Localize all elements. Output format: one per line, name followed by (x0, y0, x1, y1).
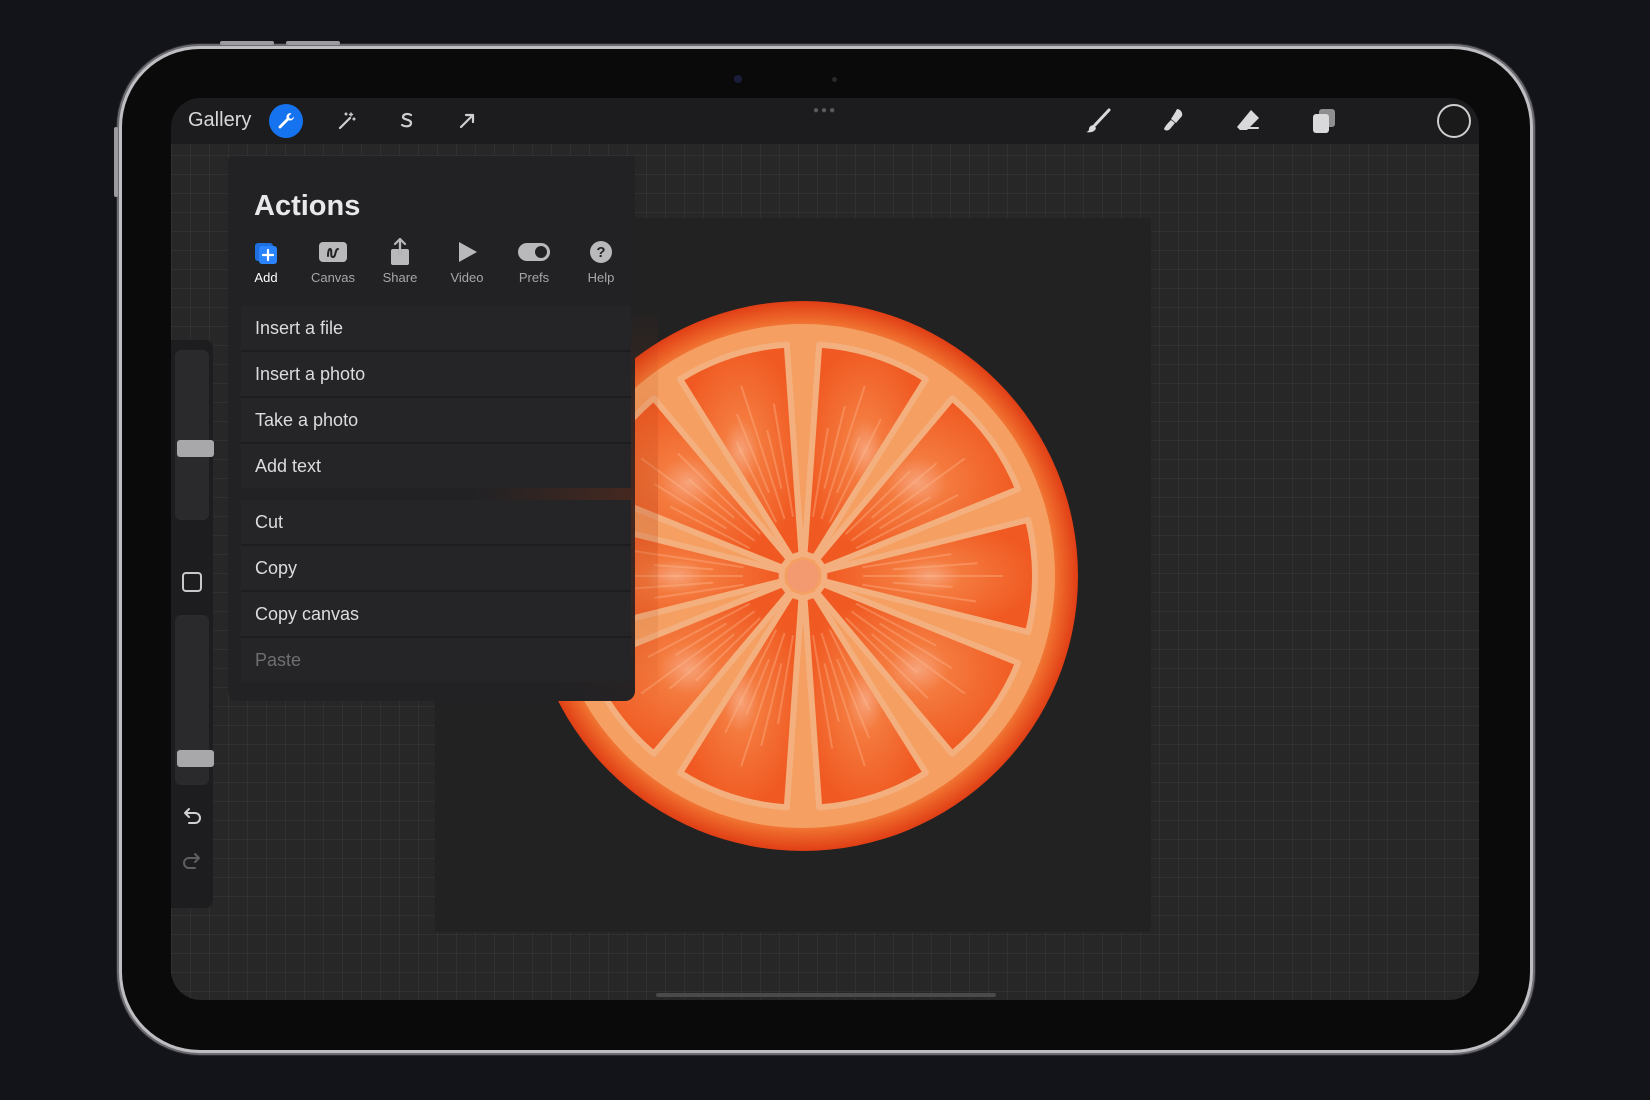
brush-sidebar (171, 340, 214, 908)
magic-wand-icon (338, 112, 356, 130)
brush-tool-button[interactable] (1081, 104, 1115, 138)
eraser-tool-button[interactable] (1231, 104, 1265, 138)
svg-text:?: ? (596, 244, 605, 261)
take-photo-item[interactable]: Take a photo (241, 398, 631, 444)
selection-icon (400, 112, 413, 128)
brush-opacity-thumb[interactable] (177, 750, 214, 767)
cut-item[interactable]: Cut (241, 500, 631, 546)
top-toolbar: Gallery ●●● (171, 98, 1479, 144)
orange-core (787, 560, 819, 592)
transform-tool-button[interactable] (450, 104, 484, 138)
tab-video-label: Video (450, 270, 484, 285)
help-icon: ? (590, 241, 612, 263)
gallery-button[interactable]: Gallery (188, 109, 251, 132)
layers-icon (1313, 109, 1335, 133)
tab-add-label: Add (254, 270, 278, 285)
copy-item[interactable]: Copy (241, 546, 631, 592)
volume-down-button (286, 41, 340, 45)
eraser-icon (1237, 110, 1259, 130)
brush-icon (1086, 108, 1111, 133)
brush-size-slider[interactable] (175, 350, 214, 520)
stage: Gallery ●●● Actions Add Canvas Share Vid… (0, 0, 1650, 1100)
tab-share-label: Share (382, 270, 418, 285)
actions-title: Actions (254, 190, 361, 222)
color-picker-button[interactable] (1437, 104, 1471, 138)
tab-canvas[interactable]: Canvas (303, 236, 363, 296)
paste-item: Paste (241, 638, 631, 682)
smudge-tool-button[interactable] (1156, 104, 1190, 138)
volume-up-button (220, 41, 274, 45)
ipad-frame: Gallery ●●● Actions Add Canvas Share Vid… (114, 41, 1530, 1050)
screen: Gallery ●●● Actions Add Canvas Share Vid… (171, 98, 1479, 1000)
actions-panel: Actions Add Canvas Share Video Prefs ? H… (228, 156, 658, 736)
drag-handle-icon[interactable]: ●●● (813, 105, 837, 116)
share-icon (391, 237, 409, 265)
transform-arrow-icon (459, 113, 475, 129)
selection-tool-button[interactable] (390, 104, 424, 138)
tab-prefs-label: Prefs (518, 270, 550, 285)
wrench-icon (278, 112, 295, 129)
tab-help[interactable]: ? Help (571, 236, 631, 296)
copy-canvas-item[interactable]: Copy canvas (241, 592, 631, 638)
add-text-item[interactable]: Add text (241, 444, 631, 488)
undo-icon[interactable] (180, 805, 204, 829)
top-button (114, 127, 118, 197)
insert-photo-item[interactable]: Insert a photo (241, 352, 631, 398)
actions-tool-button[interactable] (269, 104, 303, 138)
home-indicator (656, 993, 996, 997)
sensor-icon (832, 77, 837, 82)
add-menu-group-insert: Insert a file Insert a photo Take a phot… (241, 306, 631, 488)
brush-opacity-slider[interactable] (175, 615, 214, 785)
add-icon (255, 243, 277, 264)
add-menu-group-clipboard: Cut Copy Copy canvas Paste (241, 500, 631, 682)
insert-file-item[interactable]: Insert a file (241, 306, 631, 352)
tab-help-label: Help (587, 270, 615, 285)
brush-size-thumb[interactable] (177, 440, 214, 457)
modify-button[interactable] (182, 572, 202, 592)
actions-tab-bar: Add Canvas Share Video Prefs ? Help (228, 236, 628, 296)
tab-share[interactable]: Share (370, 236, 430, 296)
canvas-icon (319, 242, 347, 262)
layers-tool-button[interactable] (1307, 104, 1341, 138)
smudge-icon (1164, 109, 1183, 131)
play-icon (459, 242, 477, 262)
front-camera-icon (734, 75, 742, 83)
redo-icon[interactable] (180, 850, 204, 874)
tab-video[interactable]: Video (437, 236, 497, 296)
adjustments-tool-button[interactable] (330, 104, 364, 138)
tab-canvas-label: Canvas (310, 270, 356, 285)
toggle-icon (518, 243, 550, 261)
tab-prefs[interactable]: Prefs (504, 236, 564, 296)
tab-add[interactable]: Add (236, 236, 296, 296)
